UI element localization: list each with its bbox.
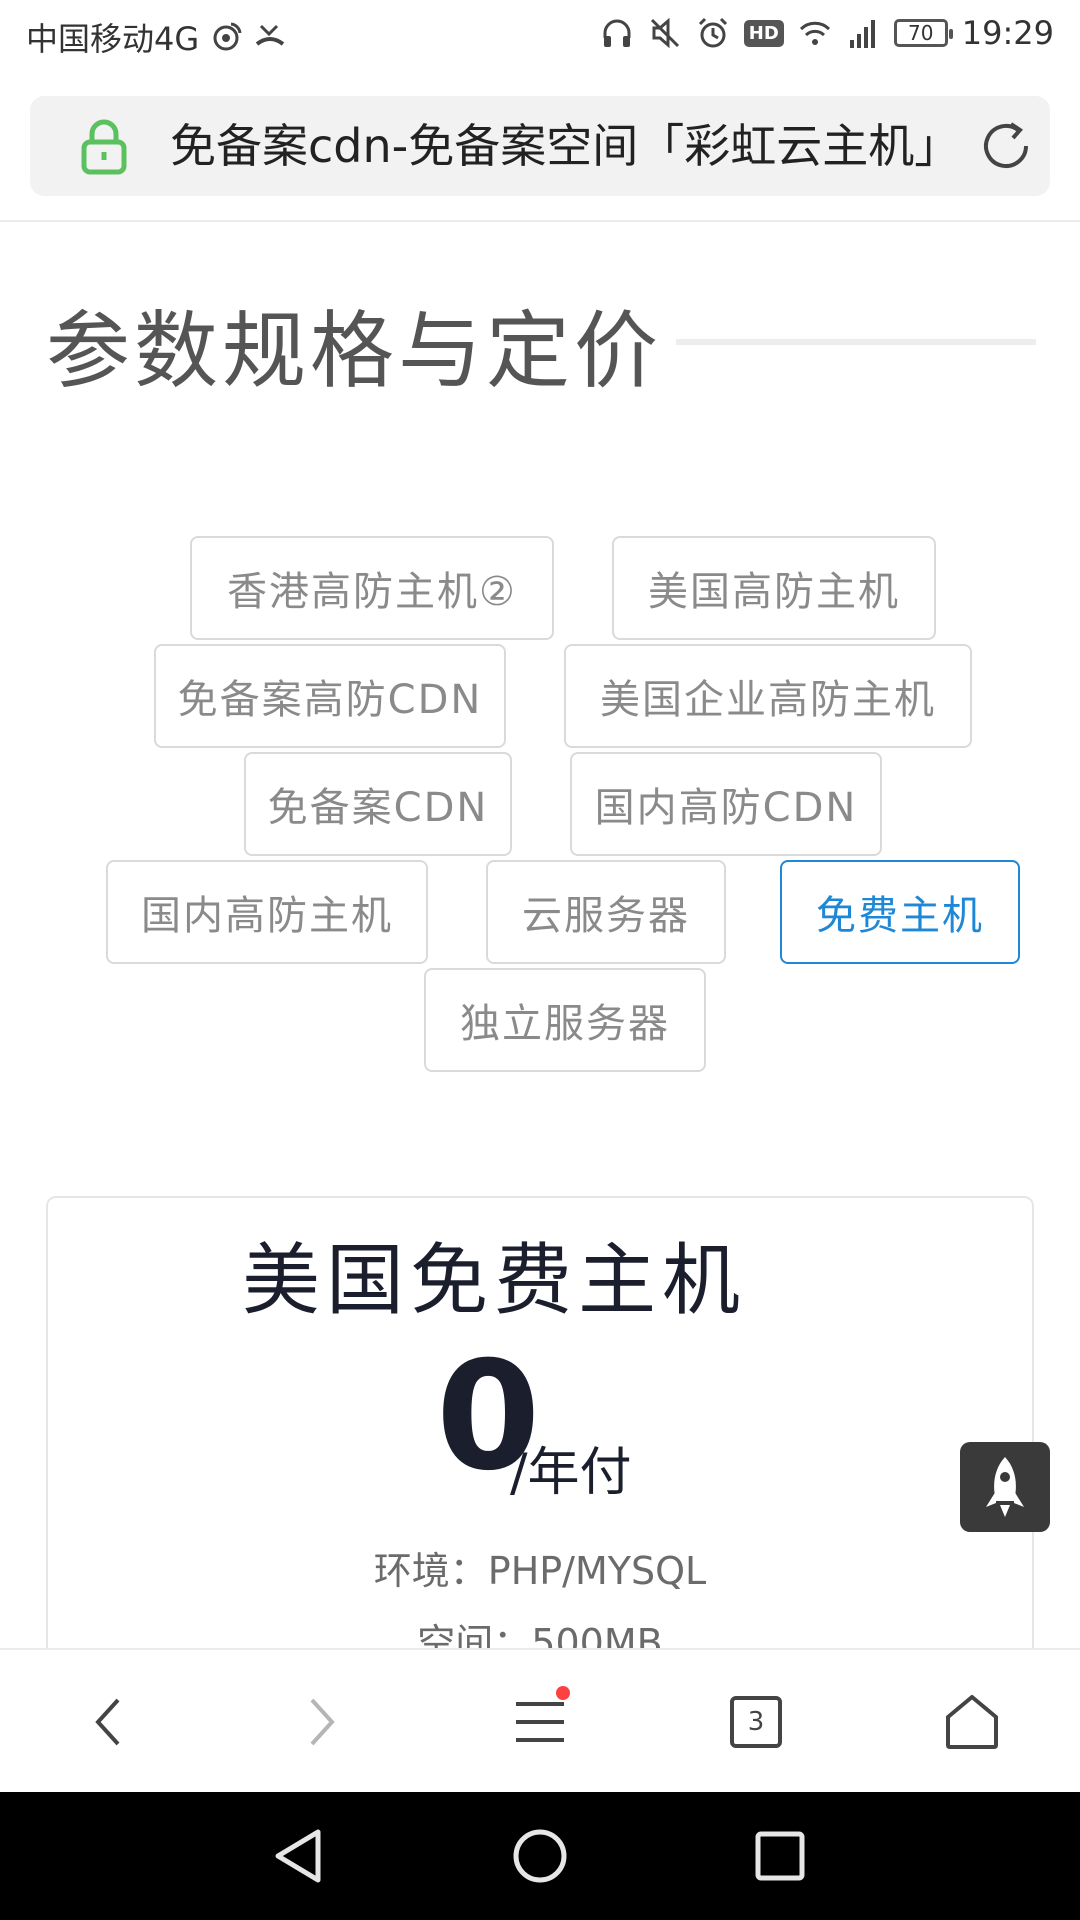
status-bar: 中国移动4G HD 70 19:29 — [0, 0, 1080, 72]
plan-env: 环境：PHP/MYSQL — [373, 1549, 707, 1593]
mute-icon — [650, 17, 679, 49]
wifi-icon — [799, 21, 830, 45]
tag-label: 免备案CDN — [267, 785, 489, 831]
menu-button[interactable] — [502, 1684, 578, 1760]
battery-level: 70 — [908, 21, 934, 45]
carrier-label: 中国移动4G — [26, 20, 200, 58]
tag-no-record-cdn[interactable]: 免备案CDN — [244, 752, 512, 856]
notification-dot — [556, 1686, 570, 1700]
tag-label: 云服务器 — [522, 893, 690, 939]
section-title: 参数规格与定价 — [46, 302, 663, 400]
signal-icon — [849, 20, 875, 48]
headphones-icon — [603, 19, 631, 47]
tabs-button[interactable]: 3 — [718, 1684, 794, 1760]
clock: 19:29 — [961, 14, 1054, 52]
back-to-top-button[interactable] — [960, 1442, 1050, 1532]
plan-title: 美国免费主机 — [241, 1236, 746, 1326]
reload-icon[interactable] — [978, 118, 1034, 174]
tab-count: 3 — [747, 1707, 765, 1737]
tag-domestic-defense-cdn[interactable]: 国内高防CDN — [570, 752, 882, 856]
browser-toolbar: 3 — [0, 1648, 1080, 1794]
status-right: HD 70 19:29 — [600, 14, 1054, 52]
back-button[interactable] — [70, 1684, 146, 1760]
missed-call-icon — [255, 24, 285, 46]
tag-free-host[interactable]: 免费主机 — [780, 860, 1020, 964]
screen: 中国移动4G HD 70 19:29 免备案cdn-免备案空间「彩虹云主机」 参… — [0, 0, 1080, 1920]
title-decoration-line — [676, 339, 1036, 345]
nav-recents-icon[interactable] — [748, 1824, 812, 1888]
header-divider — [0, 220, 1080, 222]
tag-us-enterprise-defense-host[interactable]: 美国企业高防主机 — [564, 644, 972, 748]
tag-no-record-defense-cdn[interactable]: 免备案高防CDN — [154, 644, 506, 748]
tag-hk-defense-host[interactable]: 香港高防主机② — [190, 536, 554, 640]
rocket-icon — [986, 1457, 1024, 1517]
tag-label: 美国高防主机 — [648, 569, 900, 615]
chevron-right-icon — [310, 1698, 335, 1746]
alarm-icon — [698, 17, 727, 48]
page-title[interactable]: 免备案cdn-免备案空间「彩虹云主机」 — [170, 118, 970, 174]
forward-button[interactable] — [284, 1684, 360, 1760]
nav-back-icon[interactable] — [268, 1824, 332, 1888]
hd-badge: HD — [743, 19, 784, 47]
menu-icon — [516, 1702, 564, 1742]
tag-label: 国内高防主机 — [141, 893, 393, 939]
tag-cloud-server[interactable]: 云服务器 — [486, 860, 726, 964]
nav-home-icon[interactable] — [508, 1824, 572, 1888]
tag-label: 独立服务器 — [460, 1001, 670, 1047]
home-icon — [946, 1695, 998, 1749]
address-bar[interactable]: 免备案cdn-免备案空间「彩虹云主机」 — [30, 96, 1050, 196]
chevron-left-icon — [95, 1698, 120, 1746]
tag-label: 国内高防CDN — [594, 785, 858, 831]
tag-dedicated-server[interactable]: 独立服务器 — [424, 968, 706, 1072]
weibo-icon — [213, 22, 242, 51]
tag-label: 美国企业高防主机 — [600, 677, 936, 723]
tag-label: 香港高防主机② — [227, 569, 517, 615]
tabs-icon: 3 — [730, 1696, 782, 1748]
tag-domestic-defense-host[interactable]: 国内高防主机 — [106, 860, 428, 964]
system-nav-bar — [0, 1792, 1080, 1920]
status-left: 中国移动4G — [26, 14, 287, 60]
home-button[interactable] — [934, 1684, 1010, 1760]
plan-price-unit: /年付 — [510, 1443, 632, 1503]
tag-label: 免备案高防CDN — [177, 677, 483, 723]
battery-icon: 70 — [893, 19, 953, 47]
lock-icon — [81, 119, 127, 175]
tag-us-defense-host[interactable]: 美国高防主机 — [612, 536, 936, 640]
tag-label: 免费主机 — [816, 893, 984, 939]
